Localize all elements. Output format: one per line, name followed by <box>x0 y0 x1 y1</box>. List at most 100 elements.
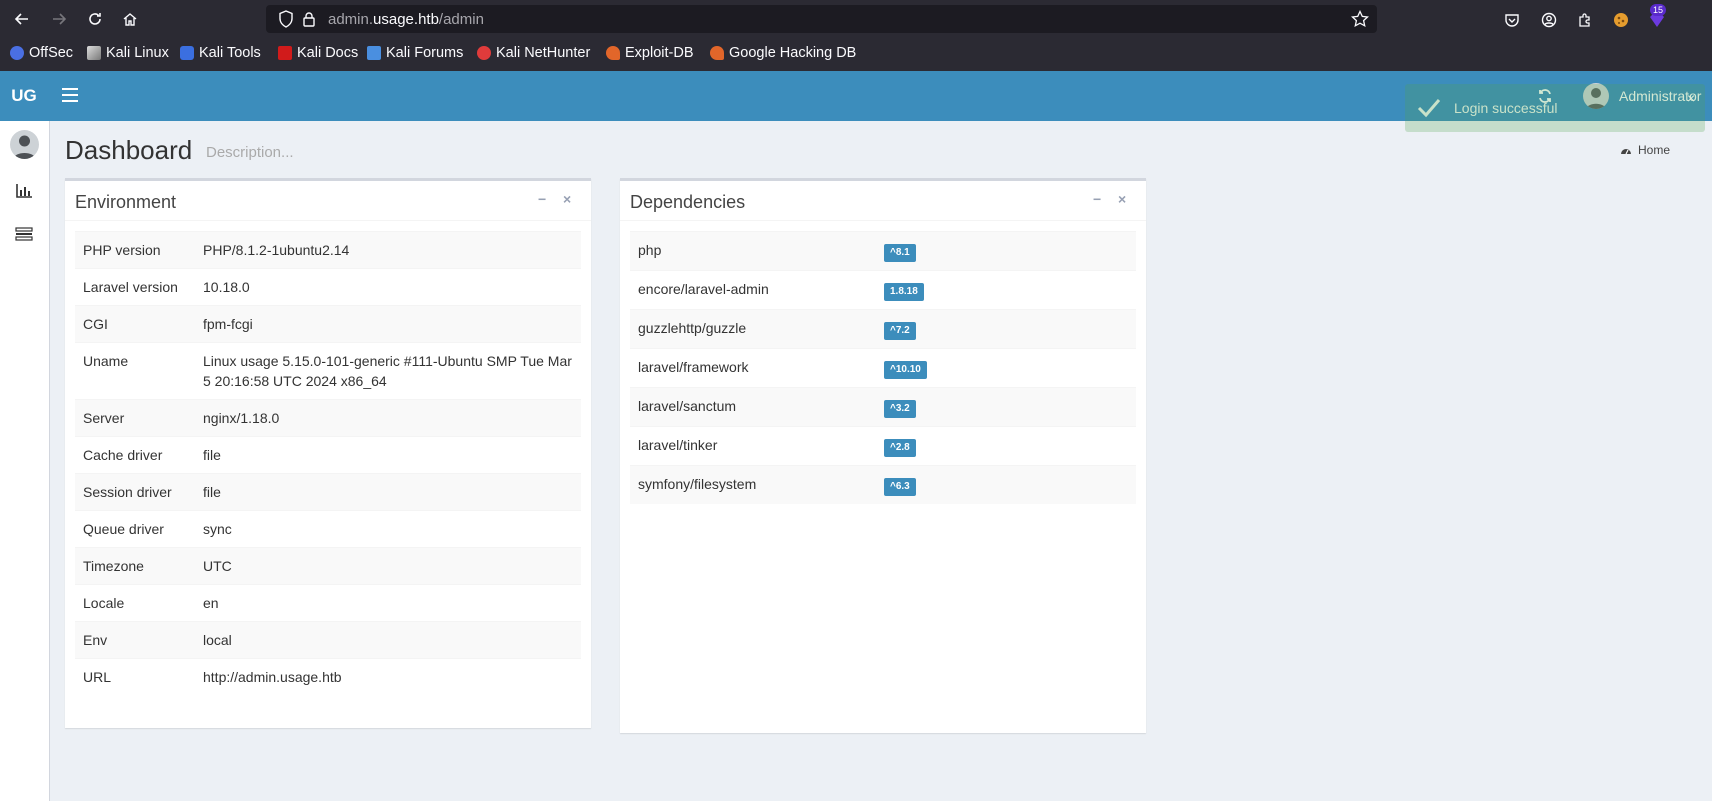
pocket-button[interactable] <box>1501 9 1523 31</box>
forward-arrow-icon <box>53 13 67 25</box>
dependencies-box-header: Dependencies − × <box>620 181 1146 221</box>
env-key: PHP version <box>75 231 195 269</box>
navigation-bar: admin.usage.htb/admin 15 <box>0 0 1712 38</box>
table-row: laravel/sanctum ^3.2 <box>630 387 1136 427</box>
bookmark-kali-tools[interactable]: Kali Tools <box>180 45 261 61</box>
back-button[interactable] <box>8 7 36 31</box>
breadcrumb[interactable]: Home <box>1620 143 1670 157</box>
extensions-button[interactable] <box>1574 9 1596 31</box>
ghdb-icon <box>710 46 724 60</box>
table-row: Server nginx/1.18.0 <box>75 399 581 437</box>
environment-title: Environment <box>75 192 177 212</box>
extension-badge: 15 <box>1650 4 1667 16</box>
dependency-version-cell: ^2.8 <box>876 426 1136 466</box>
bookmark-google-hacking-db[interactable]: Google Hacking DB <box>710 45 856 61</box>
account-icon <box>1541 12 1557 28</box>
reload-button[interactable] <box>81 7 109 31</box>
table-row: encore/laravel-admin 1.8.18 <box>630 270 1136 310</box>
sidebar <box>0 121 50 801</box>
kali-docs-icon <box>278 46 292 60</box>
version-badge: ^6.3 <box>884 478 916 496</box>
bookmark-kali-docs[interactable]: Kali Docs <box>278 45 358 61</box>
kali-tools-icon <box>180 46 194 60</box>
kali-icon <box>87 46 101 60</box>
env-value: local <box>195 621 581 659</box>
tracking-protection-icon[interactable] <box>278 10 294 28</box>
table-row: Cache driver file <box>75 436 581 474</box>
version-badge: ^7.2 <box>884 322 916 340</box>
url-path: /admin <box>438 11 484 28</box>
address-bar[interactable]: admin.usage.htb/admin <box>266 5 1377 33</box>
bookmark-kali-forums[interactable]: Kali Forums <box>367 45 463 61</box>
sidebar-item-admin[interactable] <box>15 227 35 243</box>
extension-cookie-button[interactable] <box>1610 9 1632 31</box>
breadcrumb-home[interactable]: Home <box>1638 143 1670 157</box>
sidebar-toggle-button[interactable] <box>62 88 78 102</box>
sidebar-item-dashboard[interactable] <box>15 183 35 199</box>
env-key: URL <box>75 658 195 695</box>
bookmark-kali-linux[interactable]: Kali Linux <box>87 45 169 61</box>
table-row: Queue driver sync <box>75 510 581 548</box>
env-key: Server <box>75 399 195 437</box>
env-value: PHP/8.1.2-1ubuntu2.14 <box>195 231 581 269</box>
table-row: laravel/framework ^10.10 <box>630 348 1136 388</box>
toast-message: Login successful <box>1454 100 1558 116</box>
bookmark-label: OffSec <box>29 45 74 61</box>
forward-button[interactable] <box>45 7 73 31</box>
bookmarks-toolbar: OffSec Kali Linux Kali Tools Kali Docs K… <box>0 41 1712 69</box>
dependency-name: php <box>630 231 876 271</box>
version-badge: ^3.2 <box>884 400 916 418</box>
bookmark-exploit-db[interactable]: Exploit-DB <box>606 45 694 61</box>
environment-body: PHP version PHP/8.1.2-1ubuntu2.14 Laravel… <box>65 221 591 705</box>
env-key: Session driver <box>75 473 195 511</box>
dependencies-body: php ^8.1 encore/laravel-admin 1.8.18 guzzl… <box>620 221 1146 514</box>
kali-forums-icon <box>367 46 381 60</box>
dashboard-icon <box>1621 149 1631 155</box>
app-logo[interactable]: UG <box>0 71 48 121</box>
table-row: Uname Linux usage 5.15.0-101-generic #111… <box>75 342 581 400</box>
url-text[interactable]: admin.usage.htb/admin <box>328 11 484 28</box>
remove-button[interactable]: × <box>563 191 571 207</box>
pocket-icon <box>1505 14 1519 27</box>
dependency-version-cell: ^7.2 <box>876 309 1136 349</box>
remove-button[interactable]: × <box>1118 191 1126 207</box>
env-key: Env <box>75 621 195 659</box>
table-row: Session driver file <box>75 473 581 511</box>
bookmark-label: Exploit-DB <box>625 45 694 61</box>
bar-chart-icon <box>16 184 32 198</box>
bookmark-kali-nethunter[interactable]: Kali NetHunter <box>477 45 590 61</box>
back-arrow-icon <box>14 13 28 25</box>
tasks-icon <box>15 227 33 241</box>
account-button[interactable] <box>1538 9 1560 31</box>
bookmark-label: Google Hacking DB <box>729 45 857 61</box>
dependency-version-cell: ^10.10 <box>876 348 1136 388</box>
dependency-name: guzzlehttp/guzzle <box>630 309 876 349</box>
dependency-version-cell: ^3.2 <box>876 387 1136 427</box>
page-description: Description... <box>206 144 294 161</box>
collapse-button[interactable]: − <box>1093 191 1101 207</box>
environment-box-header: Environment − × <box>65 181 591 221</box>
bookmark-offsec[interactable]: OffSec <box>10 45 73 61</box>
env-value: file <box>195 473 581 511</box>
bookmark-star-icon[interactable] <box>1351 10 1369 28</box>
version-badge: 1.8.18 <box>884 283 924 301</box>
dependency-name: laravel/tinker <box>630 426 876 466</box>
bookmark-label: Kali Docs <box>297 45 359 61</box>
env-key: Uname <box>75 342 195 400</box>
collapse-button[interactable]: − <box>538 191 546 207</box>
reload-icon <box>89 13 101 25</box>
home-button[interactable] <box>116 7 144 31</box>
env-value: file <box>195 436 581 474</box>
version-badge: ^8.1 <box>884 244 916 262</box>
table-row: PHP version PHP/8.1.2-1ubuntu2.14 <box>75 231 581 269</box>
table-row: URL http://admin.usage.htb <box>75 658 581 695</box>
lock-icon[interactable] <box>302 11 316 27</box>
env-value: fpm-fcgi <box>195 305 581 343</box>
url-domain: usage.htb <box>373 11 439 28</box>
toast-close-button[interactable]: × <box>1687 90 1695 106</box>
env-key: Cache driver <box>75 436 195 474</box>
table-row: Env local <box>75 621 581 659</box>
content-area: Dashboard Description... Home Environmen… <box>49 121 1712 801</box>
dependency-name: symfony/filesystem <box>630 465 876 504</box>
bookmark-label: Kali NetHunter <box>496 45 591 61</box>
